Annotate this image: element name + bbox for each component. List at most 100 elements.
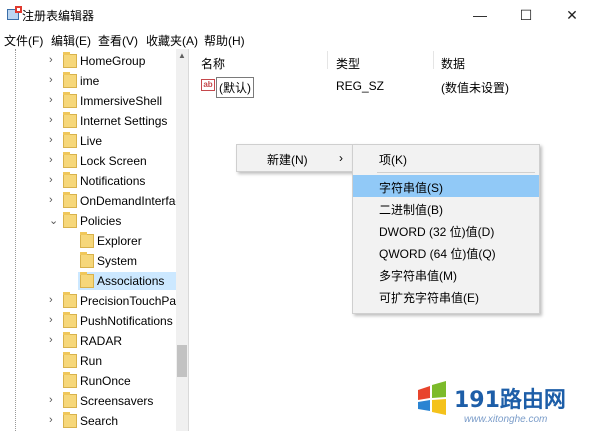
tree-item-label: ime bbox=[80, 74, 100, 88]
menu-item-new[interactable]: 新建(N) › bbox=[237, 147, 355, 169]
folder-icon bbox=[63, 312, 77, 328]
expand-icon[interactable]: › bbox=[49, 94, 53, 106]
table-row[interactable]: ab (默认) REG_SZ (数值未设置) bbox=[189, 76, 595, 98]
key-tree[interactable]: › HomeGroup › ime › ImmersiveShell › Internet S… bbox=[0, 49, 189, 431]
tree-item[interactable]: Associations bbox=[0, 271, 176, 291]
tree-item[interactable]: ⌄ Policies bbox=[0, 211, 176, 231]
tree-item[interactable]: › RADAR bbox=[0, 331, 176, 351]
folder-icon bbox=[80, 252, 94, 268]
expand-icon[interactable]: › bbox=[49, 114, 53, 126]
maximize-button[interactable]: ☐ bbox=[503, 0, 549, 30]
tree-item-label: Internet Settings bbox=[80, 114, 168, 128]
tree-item[interactable]: › Screensavers bbox=[0, 391, 176, 411]
menu-separator bbox=[377, 172, 535, 173]
tree-item[interactable]: RunOnce bbox=[0, 371, 176, 391]
tree-item[interactable]: › OnDemandInterfac bbox=[0, 191, 181, 211]
submenu-item-label: QWORD (64 位)值(Q) bbox=[379, 247, 496, 261]
column-divider[interactable] bbox=[433, 51, 434, 69]
submenu-item[interactable]: 二进制值(B) bbox=[353, 197, 539, 219]
new-submenu: 项(K) 字符串值(S) 二进制值(B) DWORD (32 位)值(D) QWORD … bbox=[352, 144, 540, 314]
submenu-item[interactable]: DWORD (32 位)值(D) bbox=[353, 219, 539, 241]
expand-icon[interactable]: › bbox=[49, 294, 53, 306]
tree-item-label: Explorer bbox=[97, 234, 142, 248]
tree-item[interactable]: › Live bbox=[0, 131, 176, 151]
scroll-thumb[interactable] bbox=[177, 345, 187, 377]
expand-icon[interactable]: › bbox=[49, 154, 53, 166]
scroll-up-icon[interactable]: ▲ bbox=[176, 51, 188, 60]
tree-scrollbar[interactable]: ▲ bbox=[176, 49, 188, 431]
folder-icon bbox=[80, 232, 94, 248]
menu-edit[interactable]: 编辑(E) bbox=[51, 32, 91, 49]
menu-file[interactable]: 文件(F) bbox=[4, 32, 43, 49]
folder-icon bbox=[63, 52, 77, 68]
folder-icon bbox=[63, 292, 77, 308]
registry-editor-icon bbox=[7, 6, 22, 20]
submenu-item[interactable]: 字符串值(S) bbox=[353, 175, 539, 197]
tree-item[interactable]: System bbox=[0, 251, 176, 271]
submenu-item[interactable]: 可扩充字符串值(E) bbox=[353, 285, 539, 307]
submenu-arrow-icon: › bbox=[339, 151, 343, 165]
menu-view[interactable]: 查看(V) bbox=[98, 32, 138, 49]
window-title: 注册表编辑器 bbox=[22, 9, 95, 23]
submenu-item[interactable]: QWORD (64 位)值(Q) bbox=[353, 241, 539, 263]
tree-item-label: Run bbox=[80, 354, 103, 368]
expand-icon[interactable]: › bbox=[49, 54, 53, 66]
close-icon: ✕ bbox=[566, 6, 578, 23]
tree-item-label: ImmersiveShell bbox=[80, 94, 163, 108]
menu-help[interactable]: 帮助(H) bbox=[204, 32, 245, 49]
expand-icon[interactable]: › bbox=[49, 74, 53, 86]
tree-item[interactable]: › HomeGroup bbox=[0, 51, 176, 71]
watermark-url: www.xitonghe.com bbox=[464, 414, 548, 425]
expand-icon[interactable]: › bbox=[49, 194, 53, 206]
menu-item-new-label: 新建(N) bbox=[267, 153, 308, 167]
tree-item[interactable]: › PushNotifications bbox=[0, 311, 176, 331]
minimize-button[interactable]: — bbox=[457, 0, 503, 30]
maximize-icon: ☐ bbox=[519, 6, 533, 23]
tree-item-label: Screensavers bbox=[80, 394, 154, 408]
watermark-brand: 191路由网 bbox=[454, 388, 566, 413]
folder-icon bbox=[63, 392, 77, 408]
tree-item-label: PrecisionTouchPac bbox=[80, 294, 183, 308]
tree-item-label: Lock Screen bbox=[80, 154, 147, 168]
tree-item-label: System bbox=[97, 254, 138, 268]
tree-item-label: Notifications bbox=[80, 174, 146, 188]
folder-icon bbox=[63, 332, 77, 348]
folder-icon bbox=[63, 72, 77, 88]
string-value-icon: ab bbox=[201, 79, 215, 91]
expand-icon[interactable]: › bbox=[49, 314, 53, 326]
expand-icon[interactable]: › bbox=[49, 134, 53, 146]
folder-icon bbox=[63, 112, 77, 128]
submenu-item-label: 项(K) bbox=[379, 153, 407, 167]
folder-icon bbox=[63, 352, 77, 368]
column-data-header[interactable]: 数据 bbox=[441, 55, 465, 72]
folder-icon bbox=[63, 152, 77, 168]
tree-item-label: Associations bbox=[97, 274, 165, 288]
submenu-item[interactable]: 多字符串值(M) bbox=[353, 263, 539, 285]
title-bar: 注册表编辑器 — ☐ ✕ bbox=[0, 0, 595, 30]
folder-icon bbox=[80, 272, 94, 288]
expand-icon[interactable]: › bbox=[49, 414, 53, 426]
tree-item[interactable]: Run bbox=[0, 351, 176, 371]
collapse-icon[interactable]: ⌄ bbox=[49, 214, 58, 227]
tree-item-label: Search bbox=[80, 414, 119, 428]
submenu-item[interactable]: 项(K) bbox=[353, 147, 539, 169]
expand-icon[interactable]: › bbox=[49, 334, 53, 346]
submenu-item-label: 二进制值(B) bbox=[379, 203, 443, 217]
tree-item[interactable]: › Lock Screen bbox=[0, 151, 176, 171]
tree-item[interactable]: › Internet Settings bbox=[0, 111, 176, 131]
menu-favorites[interactable]: 收藏夹(A) bbox=[146, 32, 198, 49]
tree-item[interactable]: › Search bbox=[0, 411, 176, 431]
tree-item[interactable]: › ImmersiveShell bbox=[0, 91, 176, 111]
tree-item[interactable]: › ime bbox=[0, 71, 176, 91]
column-divider[interactable] bbox=[327, 51, 328, 69]
expand-icon[interactable]: › bbox=[49, 394, 53, 406]
expand-icon[interactable]: › bbox=[49, 174, 53, 186]
tree-item[interactable]: › PrecisionTouchPac bbox=[0, 291, 182, 311]
tree-item[interactable]: › Notifications bbox=[0, 171, 176, 191]
column-type-header[interactable]: 类型 bbox=[336, 55, 360, 72]
menu-bar: 文件(F) 编辑(E) 查看(V) 收藏夹(A) 帮助(H) bbox=[0, 30, 595, 49]
tree-item[interactable]: Explorer bbox=[0, 231, 176, 251]
minimize-icon: — bbox=[473, 7, 487, 23]
column-name-header[interactable]: 名称 bbox=[201, 55, 225, 72]
close-button[interactable]: ✕ bbox=[549, 0, 595, 30]
